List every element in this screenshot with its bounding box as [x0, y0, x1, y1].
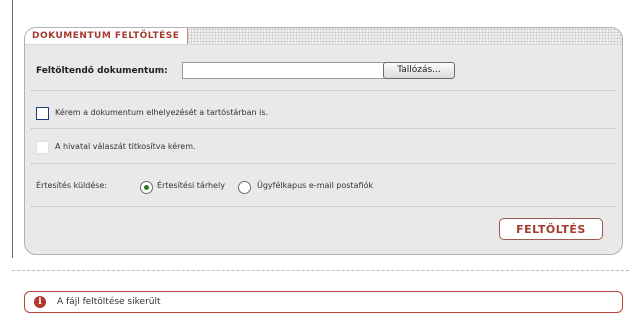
browse-button[interactable]: Tallózás... [383, 62, 455, 79]
upload-panel: DOKUMENTUM FELTÖLTÉSE Feltöltendő dokume… [24, 27, 623, 255]
panel-header: DOKUMENTUM FELTÖLTÉSE [25, 28, 622, 45]
file-row: Feltöltendő dokumentum: Tallózás... [25, 62, 622, 84]
divider [31, 90, 616, 91]
notify-email-radio[interactable] [238, 181, 251, 194]
notify-email-label: Ügyfélkapus e-mail postafiók [257, 181, 374, 190]
notify-storage-radio[interactable] [140, 181, 153, 194]
file-path-input[interactable] [182, 62, 387, 79]
notify-storage-label: Értesítési tárhely [157, 181, 225, 190]
divider [31, 206, 616, 207]
success-message-text: A fájl feltöltése sikerült [57, 297, 161, 307]
divider [31, 128, 616, 129]
panel-title: DOKUMENTUM FELTÖLTÉSE [25, 28, 189, 44]
notify-label: Értesítés küldése: [36, 181, 108, 190]
success-message: i A fájl feltöltése sikerült [24, 291, 623, 313]
store-checkbox[interactable] [36, 107, 49, 120]
file-label: Feltöltendő dokumentum: [36, 66, 168, 76]
divider [31, 163, 616, 164]
encrypt-checkbox[interactable] [36, 141, 49, 154]
section-divider [12, 270, 629, 271]
encrypt-checkbox-label: A hivatal válaszát titkosítva kérem. [55, 142, 196, 151]
upload-button[interactable]: FELTÖLTÉS [499, 218, 603, 240]
store-checkbox-label: Kérem a dokumentum elhelyezését a tartós… [55, 108, 269, 117]
left-rule [12, 0, 13, 258]
info-icon: i [34, 296, 46, 308]
